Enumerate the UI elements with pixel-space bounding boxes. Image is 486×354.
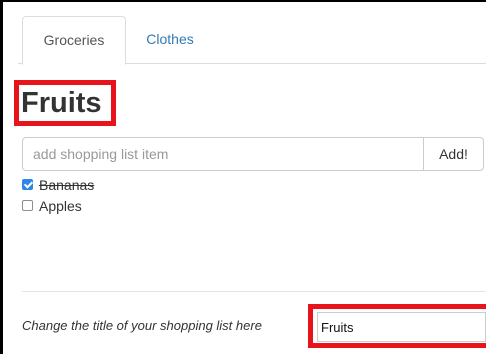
tab-groceries[interactable]: Groceries xyxy=(22,16,126,65)
checkbox-unchecked[interactable] xyxy=(22,200,33,211)
add-item-group: Add! xyxy=(22,137,484,171)
frame-top-border xyxy=(0,0,486,2)
title-input-highlight-box xyxy=(308,304,486,348)
change-title-label: Change the title of your shopping list h… xyxy=(22,318,262,333)
new-item-input[interactable] xyxy=(22,137,424,171)
list-item-label: Bananas xyxy=(39,177,95,193)
checkbox-checked[interactable] xyxy=(22,179,33,190)
add-button[interactable]: Add! xyxy=(423,137,484,171)
section-divider xyxy=(22,291,486,292)
tab-clothes[interactable]: Clothes xyxy=(132,16,208,62)
list-title: Fruits xyxy=(21,87,102,119)
list-item-label: Apples xyxy=(39,198,82,214)
tab-bar: Groceries Clothes xyxy=(18,16,486,65)
frame-left-border xyxy=(0,0,3,354)
